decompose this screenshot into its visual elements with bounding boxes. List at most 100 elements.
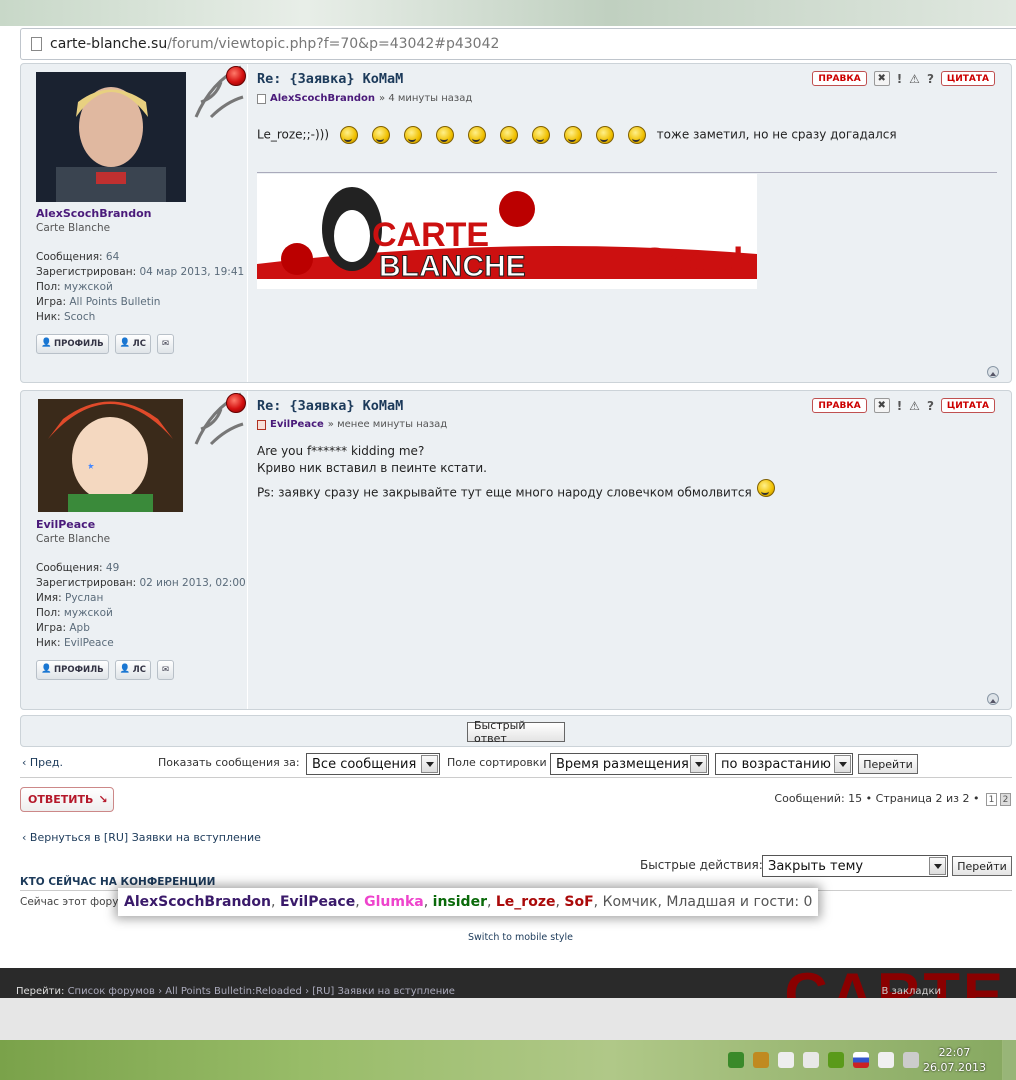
signature-divider xyxy=(257,172,997,173)
sort-bar: ‹ Пред. Показать сообщения за: Все сообщ… xyxy=(20,750,1012,778)
avatar[interactable] xyxy=(38,399,183,512)
delete-icon[interactable]: ✖ xyxy=(873,398,890,413)
page-bottom-space xyxy=(0,998,1016,1040)
online-user[interactable]: Le_roze xyxy=(496,894,556,910)
footer-jump-label: Перейти: xyxy=(16,986,65,997)
info-icon[interactable]: ? xyxy=(927,72,934,86)
footer-breadcrumb[interactable]: Список форумов › All Points Bulletin:Rel… xyxy=(68,986,455,997)
post: AlexScochBrandon Carte Blanche Сообщения… xyxy=(20,63,1012,383)
browser-tab-strip xyxy=(0,0,1016,26)
show-posts-label: Показать сообщения за: xyxy=(158,756,300,769)
report-icon[interactable]: ⚠ xyxy=(909,399,920,413)
antivirus-icon[interactable] xyxy=(728,1052,744,1068)
profile-buttons: 👤 ПРОФИЛЬ 👤 ЛС ✉ xyxy=(36,334,175,354)
online-user[interactable]: EvilPeace xyxy=(280,894,355,910)
delete-icon[interactable]: ✖ xyxy=(873,71,890,86)
sort-field-select[interactable]: Время размещения xyxy=(550,753,709,775)
signature-banner: CARTE BLANCHE Scoch xyxy=(257,174,757,289)
network-icon[interactable] xyxy=(903,1052,919,1068)
back-link[interactable]: ‹ Вернуться в [RU] Заявки на вступление xyxy=(22,831,261,844)
quote-button[interactable]: ЦИТАТА xyxy=(940,71,995,86)
svg-text:CARTE: CARTE xyxy=(372,216,489,254)
smiley-icon xyxy=(435,126,454,144)
avatar[interactable] xyxy=(36,72,186,202)
profile-button[interactable]: 👤 ПРОФИЛЬ xyxy=(36,660,109,680)
pm-button[interactable]: 👤 ЛС xyxy=(114,660,151,680)
envelope-icon: ✉ xyxy=(161,665,170,675)
quick-actions-select[interactable]: Закрыть тему xyxy=(762,855,948,877)
user-stats: Сообщения: 64 Зарегистрирован: 04 мар 20… xyxy=(36,251,245,323)
bookmark-link[interactable]: В закладки xyxy=(882,986,942,997)
page-link[interactable]: 1 xyxy=(986,793,997,806)
post-profile: EvilPeace Carte Blanche Сообщения: 49 За… xyxy=(21,391,248,709)
clock[interactable]: 22:07 26.07.2013 xyxy=(923,1045,986,1075)
post-buttons: ПРАВКА ✖ ! ⚠ ? ЦИТАТА xyxy=(812,398,995,413)
online-section-title: КТО СЕЙЧАС НА КОНФЕРЕНЦИИ xyxy=(20,876,216,888)
quick-reply-bar: Быстрый ответ xyxy=(20,715,1012,747)
back-to-top-icon[interactable] xyxy=(987,366,999,378)
info-icon[interactable]: ? xyxy=(927,399,934,413)
email-button[interactable]: ✉ xyxy=(156,334,175,354)
online-users-tooltip: AlexScochBrandon, EvilPeace, Glumka, ins… xyxy=(118,888,819,916)
user-icon: 👤 xyxy=(119,664,131,674)
online-user[interactable]: Glumka xyxy=(364,894,424,910)
smiley-icon xyxy=(499,126,518,144)
edit-button[interactable]: ПРАВКА xyxy=(812,398,867,413)
action-center-flag-icon[interactable] xyxy=(878,1052,894,1068)
online-lead-text: Сейчас этот форум xyxy=(20,896,127,908)
post-meta-author[interactable]: EvilPeace xyxy=(270,419,324,430)
leaf-icon[interactable] xyxy=(778,1052,794,1068)
email-button[interactable]: ✉ xyxy=(156,660,175,680)
post-title[interactable]: Re: {Заявка} КоМаМ xyxy=(257,71,403,87)
footer: CARTE Перейти: Список форумов › All Poin… xyxy=(0,968,1016,998)
tool-icon[interactable] xyxy=(753,1052,769,1068)
svg-text:Scoch: Scoch xyxy=(642,241,756,283)
warn-icon[interactable]: ! xyxy=(897,72,902,86)
online-user[interactable]: AlexScochBrandon xyxy=(124,894,271,910)
url-text[interactable]: carte-blanche.su/forum/viewtopic.php?f=7… xyxy=(50,36,499,52)
post-author-name[interactable]: AlexScochBrandon xyxy=(36,207,152,220)
svg-text:BLANCHE: BLANCHE xyxy=(379,250,526,283)
edit-button[interactable]: ПРАВКА xyxy=(812,71,867,86)
online-user[interactable]: SoF xyxy=(564,894,593,910)
show-posts-select[interactable]: Все сообщения xyxy=(306,753,440,775)
post: EvilPeace Carte Blanche Сообщения: 49 За… xyxy=(20,390,1012,710)
warn-icon[interactable]: ! xyxy=(897,399,902,413)
quick-reply-button[interactable]: Быстрый ответ xyxy=(467,719,565,745)
sort-go-button[interactable]: Перейти xyxy=(858,754,918,774)
mobile-style-link[interactable]: Switch to mobile style xyxy=(468,932,573,943)
post-content: Le_roze;;-))) тоже заметил, но не сразу … xyxy=(257,126,897,144)
volume-icon[interactable] xyxy=(803,1052,819,1068)
smiley-icon xyxy=(339,126,358,144)
nvidia-icon[interactable] xyxy=(828,1052,844,1068)
post-icon xyxy=(257,93,266,104)
show-desktop-button[interactable] xyxy=(1002,1040,1016,1080)
post-meta-author[interactable]: AlexScochBrandon xyxy=(270,93,375,104)
address-bar[interactable]: carte-blanche.su/forum/viewtopic.php?f=7… xyxy=(20,28,1016,60)
smiley-icon xyxy=(627,126,646,144)
language-flag-icon[interactable] xyxy=(853,1052,869,1068)
quick-actions-go-button[interactable]: Перейти xyxy=(952,856,1012,876)
quote-button[interactable]: ЦИТАТА xyxy=(940,398,995,413)
pm-button[interactable]: 👤 ЛС xyxy=(114,334,151,354)
smiley-icon xyxy=(371,126,390,144)
reply-button[interactable]: ОТВЕТИТЬ ↘ xyxy=(20,787,114,812)
sort-field-label: Поле сортировки xyxy=(447,756,547,769)
smiley-icon xyxy=(595,126,614,144)
quick-actions-label: Быстрые действия: xyxy=(640,858,763,872)
sort-direction-select[interactable]: по возрастанию xyxy=(715,753,853,775)
report-icon[interactable]: ⚠ xyxy=(909,72,920,86)
post-title[interactable]: Re: {Заявка} КоМаМ xyxy=(257,398,403,414)
post-author-name[interactable]: EvilPeace xyxy=(36,518,95,531)
online-user[interactable]: insider xyxy=(433,894,487,910)
user-rank: Carte Blanche xyxy=(36,222,111,234)
prev-link[interactable]: ‹ Пред. xyxy=(22,756,63,769)
envelope-icon: ✉ xyxy=(161,339,170,349)
chevron-down-icon xyxy=(421,755,438,773)
smiley-icon xyxy=(563,126,582,144)
user-rank: Carte Blanche xyxy=(36,533,111,545)
profile-button[interactable]: 👤 ПРОФИЛЬ xyxy=(36,334,109,354)
back-to-top-icon[interactable] xyxy=(987,693,999,705)
post-time: » менее минуты назад xyxy=(327,419,448,430)
online-status-icon xyxy=(226,66,246,86)
